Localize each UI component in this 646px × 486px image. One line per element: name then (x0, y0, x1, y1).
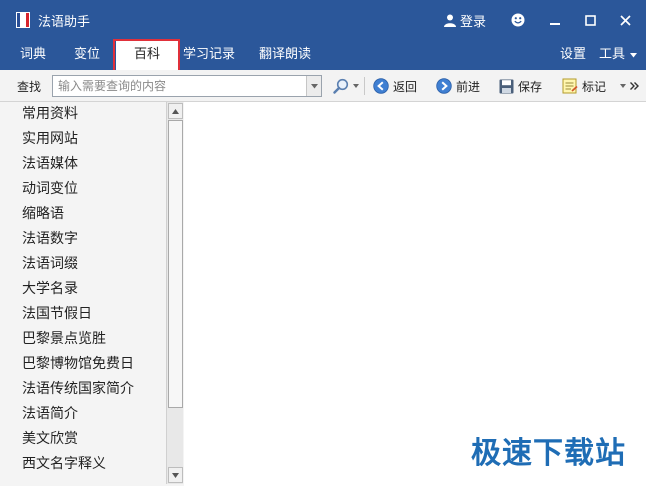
save-label: 保存 (518, 79, 543, 94)
search-button[interactable] (333, 76, 359, 96)
search-input[interactable] (53, 76, 307, 96)
settings-menu[interactable]: 设置 (560, 40, 586, 70)
minimize-icon (550, 23, 560, 25)
list-item[interactable]: 法语数字 (0, 227, 166, 252)
content-pane: 极速下载站 (184, 102, 646, 486)
tab-encyclopedia[interactable]: 百科 (116, 40, 178, 70)
skin-button[interactable] (505, 8, 531, 32)
maximize-button[interactable] (577, 8, 603, 32)
scroll-thumb[interactable] (168, 120, 183, 408)
list-item[interactable]: 常用资料 (0, 102, 166, 127)
login-button[interactable]: 登录 (444, 11, 487, 30)
list-item[interactable]: 法语传统国家简介 (0, 377, 166, 402)
list-item[interactable]: 法语媒体 (0, 152, 166, 177)
double-chevron-right-icon (630, 82, 639, 90)
list-item[interactable]: 美文欣赏 (0, 427, 166, 452)
save-button[interactable]: 保存 (499, 76, 542, 96)
triangle-down-icon (172, 472, 179, 478)
list-item[interactable]: 巴黎博物馆免费日 (0, 352, 166, 377)
list-item[interactable]: 大学名录 (0, 277, 166, 302)
category-list: 常用资料 实用网站 法语媒体 动词变位 缩略语 法语数字 法语词缀 大学名录 法… (0, 102, 166, 486)
app-title: 法语助手 (38, 15, 91, 30)
floppy-disk-icon (499, 79, 514, 93)
forward-arrow-icon (436, 78, 452, 94)
list-item[interactable]: 法国节假日 (0, 302, 166, 327)
tab-dictionary[interactable]: 词典 (8, 40, 58, 70)
forward-button[interactable]: 前进 (436, 76, 480, 96)
toolbar: 查找 返回 前进 (0, 70, 646, 102)
smiley-icon (511, 13, 525, 27)
toolbar-overflow-button[interactable] (620, 76, 639, 96)
list-item[interactable]: 巴黎景点览胜 (0, 327, 166, 352)
magnifier-icon (333, 78, 349, 94)
back-arrow-icon (373, 78, 389, 94)
search-label: 查找 (17, 80, 42, 94)
sidebar-scrollbar[interactable] (166, 102, 183, 484)
list-item[interactable]: 西文名字释义 (0, 452, 166, 477)
tab-conjugation[interactable]: 变位 (62, 40, 112, 70)
login-label: 登录 (460, 14, 487, 30)
list-item[interactable]: 动词变位 (0, 177, 166, 202)
forward-label: 前进 (456, 79, 481, 94)
list-item[interactable]: 法语简介 (0, 402, 166, 427)
watermark-text: 极速下载站 (471, 436, 626, 471)
title-bar: 法语助手 登录 (0, 0, 646, 40)
tab-study-records[interactable]: 学习记录 (178, 40, 240, 70)
tools-label: 工具 (599, 47, 626, 62)
tools-menu[interactable]: 工具 (599, 40, 638, 70)
list-item[interactable]: 缩略语 (0, 202, 166, 227)
bookmark-note-icon (562, 78, 578, 94)
search-dropdown-button[interactable] (306, 76, 321, 96)
caret-down-icon (353, 84, 359, 88)
bookmark-button[interactable]: 标记 (562, 76, 606, 96)
user-icon (444, 14, 456, 27)
close-button[interactable] (612, 8, 638, 32)
minimize-button[interactable] (542, 8, 568, 32)
scroll-up-button[interactable] (168, 103, 183, 119)
search-combobox[interactable] (52, 75, 322, 97)
toolbar-divider (364, 77, 365, 95)
scroll-down-button[interactable] (168, 467, 183, 483)
list-item[interactable]: 法语词缀 (0, 252, 166, 277)
back-label: 返回 (393, 79, 418, 94)
close-icon (619, 14, 631, 26)
chevron-down-icon (310, 83, 318, 88)
french-flag-icon (16, 12, 30, 28)
menu-bar: 词典 变位 百科 学习记录 翻译朗读 设置 工具 (0, 40, 646, 70)
caret-down-icon (620, 84, 626, 88)
caret-down-icon (630, 52, 638, 57)
bookmark-label: 标记 (582, 79, 607, 94)
triangle-up-icon (172, 108, 179, 114)
tab-translate-read[interactable]: 翻译朗读 (254, 40, 316, 70)
back-button[interactable]: 返回 (373, 76, 417, 96)
encyclopedia-sidebar: 常用资料 实用网站 法语媒体 动词变位 缩略语 法语数字 法语词缀 大学名录 法… (0, 102, 184, 486)
maximize-icon (584, 14, 596, 26)
list-item[interactable]: 实用网站 (0, 127, 166, 152)
